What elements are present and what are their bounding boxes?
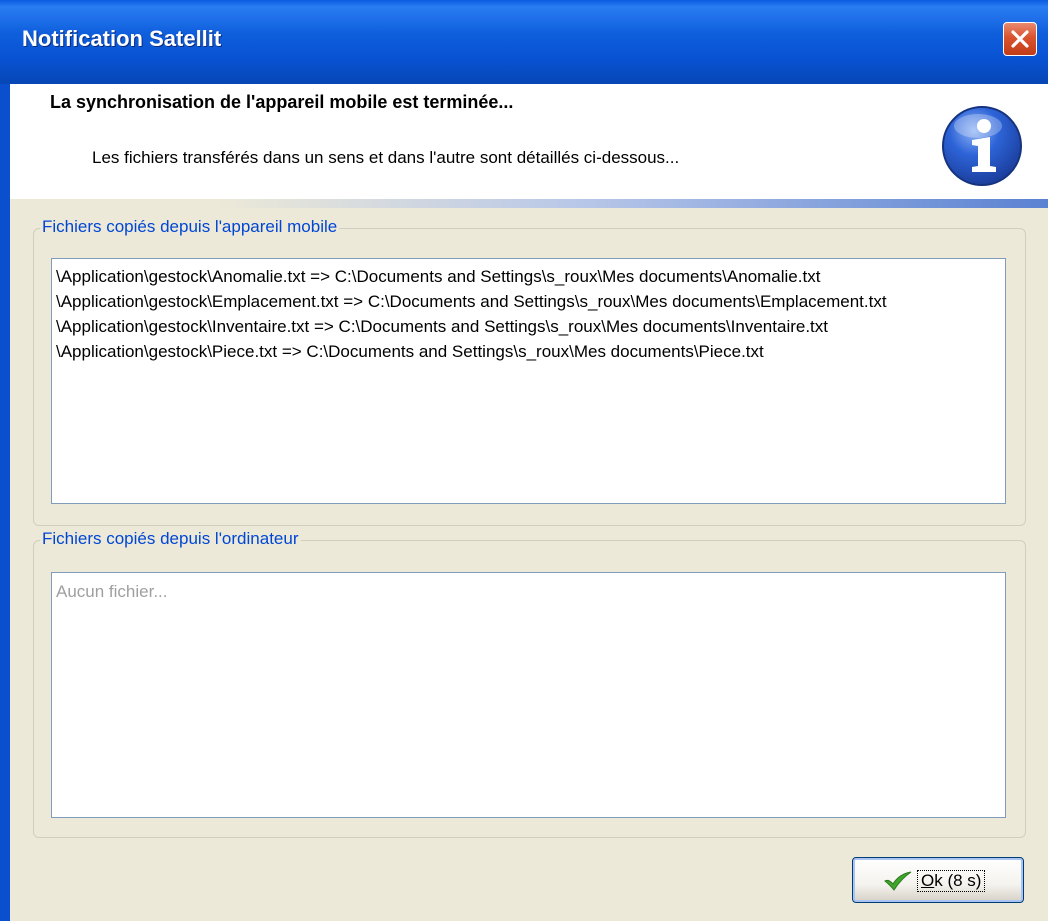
header-panel: La synchronisation de l'appareil mobile …	[10, 84, 1048, 199]
group-from-computer-label: Fichiers copiés depuis l'ordinateur	[40, 529, 301, 549]
header-heading: La synchronisation de l'appareil mobile …	[50, 92, 514, 112]
header-subtext: Les fichiers transférés dans un sens et …	[92, 148, 680, 167]
ok-button-label: Ok (8 s)	[917, 870, 986, 892]
ok-button-mnemonic: O	[921, 871, 935, 890]
header-divider	[10, 199, 1048, 208]
group-from-mobile-label: Fichiers copiés depuis l'appareil mobile	[40, 217, 340, 237]
close-button[interactable]	[1003, 22, 1037, 56]
check-icon	[884, 871, 912, 891]
list-item[interactable]: \Application\gestock\Piece.txt => C:\Doc…	[52, 337, 1005, 366]
ok-button[interactable]: Ok (8 s)	[852, 857, 1024, 903]
from-mobile-file-list[interactable]: \Application\gestock\Anomalie.txt => C:\…	[51, 258, 1006, 504]
window-frame-left	[0, 84, 10, 921]
info-icon	[942, 106, 1022, 186]
close-icon	[1011, 30, 1029, 48]
window-title: Notification Satellit	[22, 26, 222, 51]
title-bar[interactable]: Notification Satellit	[0, 0, 1048, 84]
empty-list-placeholder: Aucun fichier...	[56, 582, 168, 601]
ok-button-countdown: k (8 s)	[934, 871, 982, 890]
notification-window: Notification Satellit La synchronisation…	[0, 0, 1048, 921]
from-computer-file-list[interactable]: Aucun fichier...	[51, 572, 1006, 818]
